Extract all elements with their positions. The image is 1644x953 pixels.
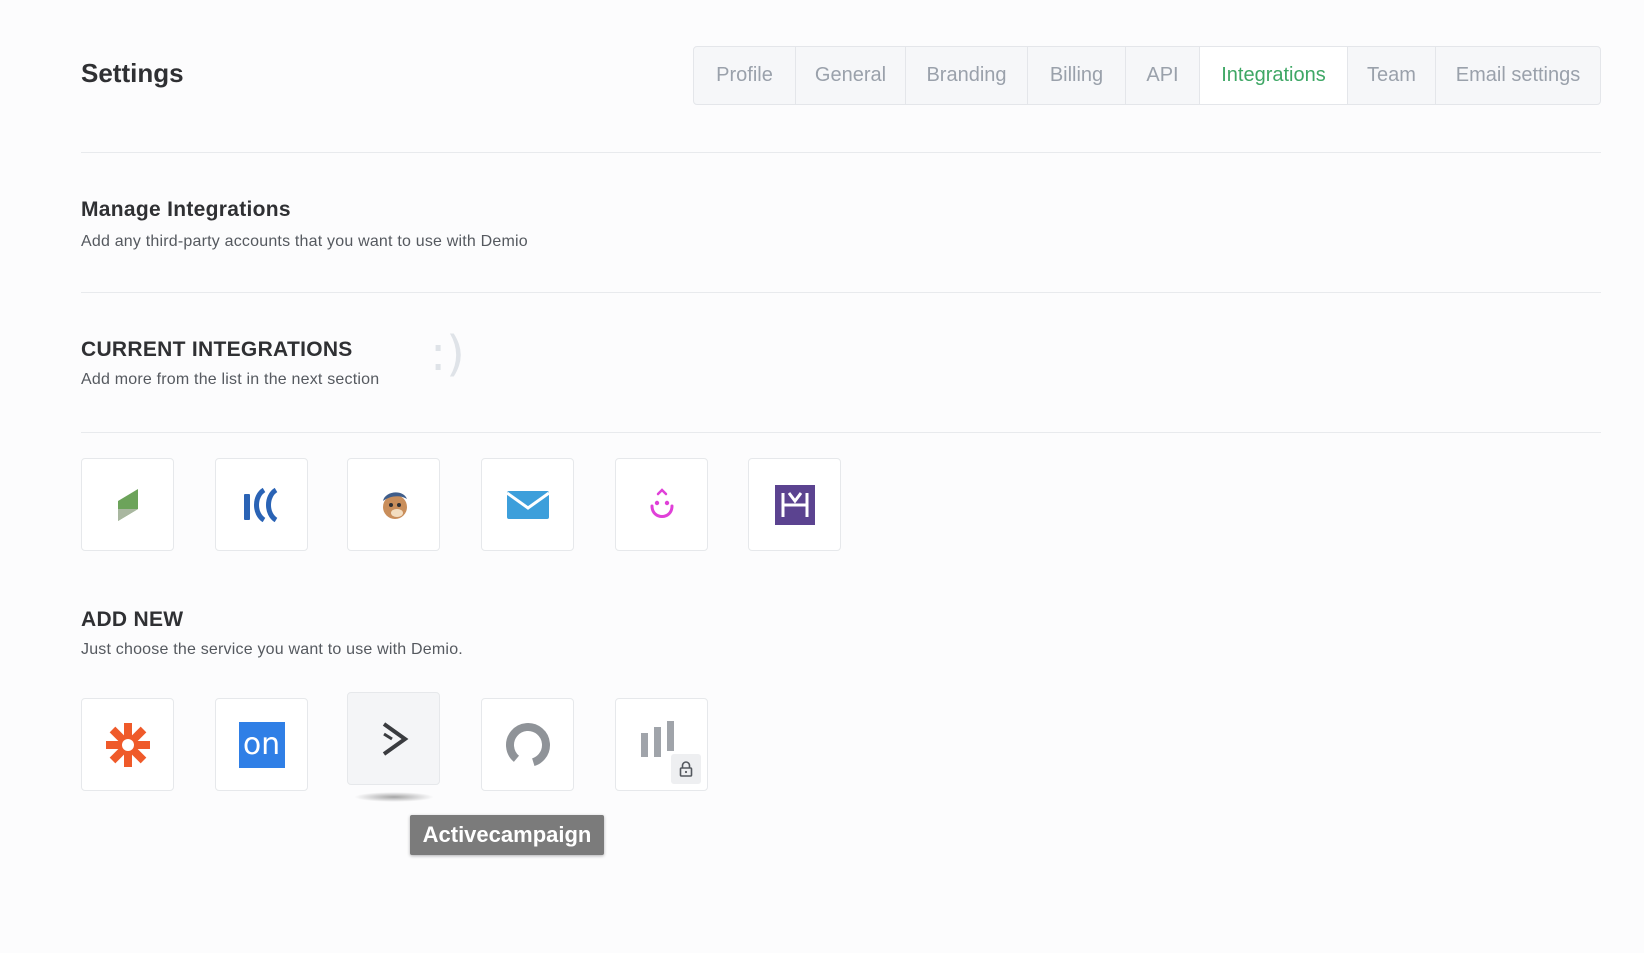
integration-tile[interactable] [748, 458, 841, 551]
tab-billing[interactable]: Billing [1028, 47, 1126, 104]
integration-tile[interactable] [215, 458, 308, 551]
current-integrations-title: CURRENT INTEGRATIONS [81, 338, 353, 361]
tab-integrations[interactable]: Integrations [1200, 47, 1348, 104]
divider [81, 152, 1601, 153]
circular-arc-logo-icon [505, 722, 550, 767]
purple-h-logo-icon [774, 484, 815, 525]
smiley-decoration: :) [430, 326, 465, 382]
divider [81, 292, 1601, 293]
integration-tile[interactable] [347, 458, 440, 551]
add-integration-tile-activecampaign[interactable] [347, 692, 440, 785]
ontraport-on-text: on [242, 727, 281, 762]
integration-tile[interactable] [615, 458, 708, 551]
add-new-subtitle: Just choose the service you want to use … [81, 641, 463, 658]
current-integrations-subtitle: Add more from the list in the next secti… [81, 371, 380, 388]
tile-hover-shadow [354, 792, 434, 802]
add-new-title: ADD NEW [81, 608, 184, 631]
green-flag-logo-icon [117, 488, 138, 521]
manage-integrations-subtitle: Add any third-party accounts that you wa… [81, 233, 528, 250]
lock-icon [679, 761, 693, 777]
add-integration-tile-zapier[interactable] [81, 698, 174, 791]
smiling-face-logo-icon [650, 487, 673, 518]
envelope-logo-icon [505, 490, 550, 519]
activecampaign-chevron-icon [382, 721, 408, 756]
manage-integrations-title: Manage Integrations [81, 198, 291, 221]
lock-badge [671, 754, 701, 784]
tab-general[interactable]: General [796, 47, 906, 104]
page-title: Settings [81, 58, 184, 88]
add-integration-tile-locked[interactable] [615, 698, 708, 791]
ontraport-on-icon: on [238, 721, 285, 768]
blue-waves-logo-icon [243, 487, 278, 522]
tab-api[interactable]: API [1126, 47, 1200, 104]
tab-email-settings[interactable]: Email settings [1436, 47, 1600, 104]
add-integration-tile-arc[interactable] [481, 698, 574, 791]
tooltip: Activecampaign [410, 815, 604, 855]
integration-tile[interactable] [481, 458, 574, 551]
integration-tile[interactable] [81, 458, 174, 551]
tab-branding[interactable]: Branding [906, 47, 1028, 104]
settings-tabs: Profile General Branding Billing API Int… [693, 46, 1601, 105]
add-integration-tile-ontraport[interactable]: on [215, 698, 308, 791]
zapier-asterisk-icon [105, 722, 150, 767]
divider [81, 432, 1601, 433]
tab-team[interactable]: Team [1348, 47, 1436, 104]
mailchimp-logo-icon [382, 491, 407, 519]
tab-profile[interactable]: Profile [694, 47, 796, 104]
